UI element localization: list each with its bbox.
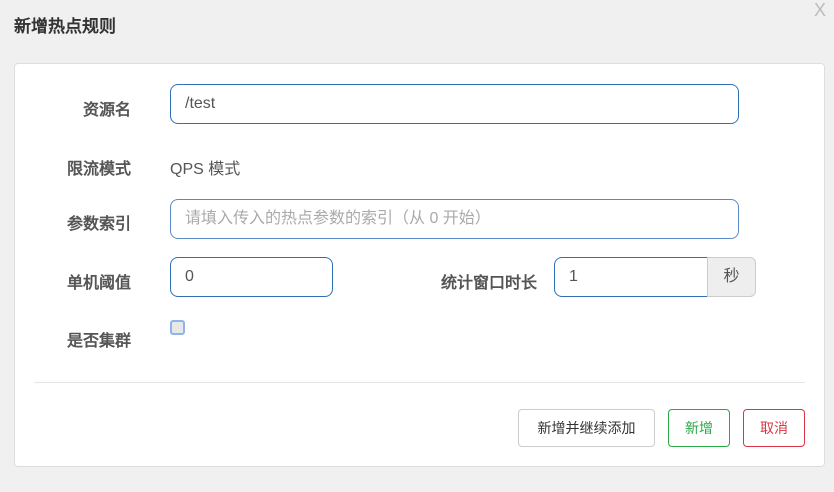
- window-label: 统计窗口时长: [440, 275, 537, 292]
- divider: [34, 382, 805, 383]
- resource-input[interactable]: /test: [170, 84, 739, 124]
- resource-label: 资源名: [82, 102, 131, 119]
- cancel-button[interactable]: 取消: [743, 409, 805, 447]
- add-continue-button[interactable]: 新增并继续添加: [518, 409, 655, 447]
- window-unit: 秒: [707, 257, 756, 297]
- mode-value: QPS 模式: [170, 161, 241, 178]
- threshold-label: 单机阈值: [66, 275, 131, 292]
- close-icon[interactable]: X: [814, 0, 826, 21]
- form-panel: 资源名 /test 限流模式 QPS 模式 参数索引 请填入传入的热点参数的索引…: [14, 63, 825, 467]
- threshold-input[interactable]: 0: [170, 257, 333, 297]
- dialog-title: 新增热点规则: [14, 17, 116, 36]
- param-index-label: 参数索引: [66, 216, 131, 233]
- param-index-input[interactable]: 请填入传入的热点参数的索引（从 0 开始）: [170, 199, 739, 239]
- window-input[interactable]: 1: [554, 257, 708, 297]
- cluster-checkbox[interactable]: [170, 320, 185, 335]
- cluster-label: 是否集群: [66, 333, 131, 350]
- add-button[interactable]: 新增: [668, 409, 730, 447]
- mode-label: 限流模式: [66, 161, 131, 178]
